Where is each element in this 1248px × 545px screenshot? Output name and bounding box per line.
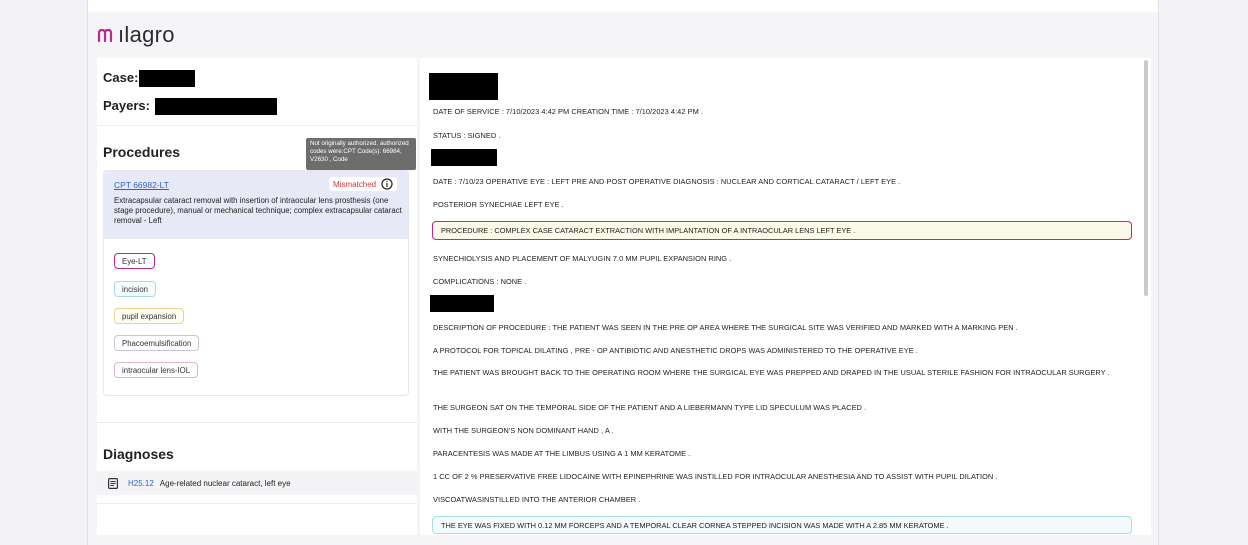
diagnosis-code[interactable]: H25.12 <box>128 479 154 488</box>
logo-mark-icon <box>97 28 113 43</box>
procedure-header: CPT 66982-LT Mismatched Extracapsular ca… <box>104 171 408 239</box>
tag-incision[interactable]: incision <box>114 281 157 297</box>
note-procedure: PROCEDURE : COMPLEX CASE CATARACT EXTRAC… <box>441 226 856 235</box>
note-complications: COMPLICATIONS : NONE . <box>433 277 527 286</box>
redacted-block <box>430 295 494 312</box>
tag-pupil-expansion[interactable]: pupil expansion <box>114 308 185 324</box>
note-status: STATUS : SIGNED . <box>433 131 501 140</box>
redacted-block <box>429 73 498 100</box>
divider <box>97 125 417 126</box>
note-eye-fixed: THE EYE WAS FIXED WITH 0.12 MM FORCEPS A… <box>441 520 949 530</box>
note-posterior: POSTERIOR SYNECHIAE LEFT EYE . <box>433 200 564 209</box>
note-brought-back: THE PATIENT WAS BROUGHT BACK TO THE OPER… <box>433 368 1110 377</box>
note-lidocaine: 1 CC OF 2 % PRESERVATIVE FREE LIDOCAINE … <box>433 472 998 481</box>
divider <box>97 422 417 423</box>
note-paracentesis: PARACENTESIS WAS MADE AT THE LIMBUS USIN… <box>433 449 691 458</box>
note-description: DESCRIPTION OF PROCEDURE : THE PATIENT W… <box>433 323 1018 332</box>
diagnoses-title: Diagnoses <box>103 446 174 462</box>
payers-label: Payers: <box>103 98 150 113</box>
mismatch-badge[interactable]: Mismatched <box>329 177 398 191</box>
note-date-of-service: DATE OF SERVICE : 7/10/2023 4:42 PM CREA… <box>433 107 703 116</box>
info-icon[interactable] <box>381 178 393 190</box>
tag-intraocular-lens[interactable]: intraocular lens-IOL <box>114 362 199 378</box>
procedure-card: CPT 66982-LT Mismatched Extracapsular ca… <box>103 170 409 396</box>
redacted-block <box>431 149 497 166</box>
tag-phacoemulsification[interactable]: Phacoemulsification <box>114 335 200 351</box>
case-redacted <box>139 70 196 88</box>
mismatch-label: Mismatched <box>333 179 377 189</box>
scrollbar[interactable] <box>1144 60 1148 296</box>
procedure-description: Extracapsular cataract removal with inse… <box>114 196 402 225</box>
divider <box>97 503 417 504</box>
note-synechiolysis: SYNECHIOLYSIS AND PLACEMENT OF MALYUGIN … <box>433 254 732 263</box>
procedures-title: Procedures <box>103 144 181 160</box>
note-non-dominant: WITH THE SURGEON'S NON DOMINANT HAND , A… <box>433 426 614 435</box>
case-details-panel: Case: Payers: Procedures Not originally … <box>97 58 417 535</box>
note-date-line: DATE : 7/10/23 OPERATIVE EYE : LEFT PRE … <box>433 177 901 186</box>
payers-row: Payers: <box>103 98 277 116</box>
clinical-note-panel: DATE OF SERVICE : 7/10/2023 4:42 PM CREA… <box>420 58 1151 535</box>
top-strip <box>88 0 1158 12</box>
case-row: Case: <box>103 70 196 88</box>
milagro-logo: ılagro <box>97 21 175 49</box>
highlight-eye-fixed[interactable]: THE EYE WAS FIXED WITH 0.12 MM FORCEPS A… <box>432 516 1132 534</box>
note-protocol: A PROTOCOL FOR TOPICAL DILATING , PRE - … <box>433 346 918 355</box>
app-frame: ılagro Case: Payers: Procedures Not orig… <box>87 0 1159 545</box>
cpt-code-link[interactable]: CPT 66982-LT <box>114 180 169 190</box>
highlight-procedure[interactable]: PROCEDURE : COMPLEX CASE CATARACT EXTRAC… <box>432 221 1132 240</box>
mismatch-tooltip: Not originally authorized, authorized co… <box>306 138 416 174</box>
tag-eye-lt[interactable]: Eye-LT <box>114 253 155 269</box>
document-icon <box>108 477 118 489</box>
case-label: Case: <box>103 70 139 85</box>
note-surgeon-sat: THE SURGEON SAT ON THE TEMPORAL SIDE OF … <box>433 403 867 412</box>
diagnosis-text: Age-related nuclear cataract, left eye <box>159 478 291 488</box>
payers-redacted <box>154 98 277 116</box>
note-viscoat: VISCOATWASINSTILLED INTO THE ANTERIOR CH… <box>433 495 641 504</box>
diagnosis-row[interactable]: H25.12 Age-related nuclear cataract, lef… <box>97 471 417 495</box>
logo-text: ılagro <box>118 22 175 47</box>
